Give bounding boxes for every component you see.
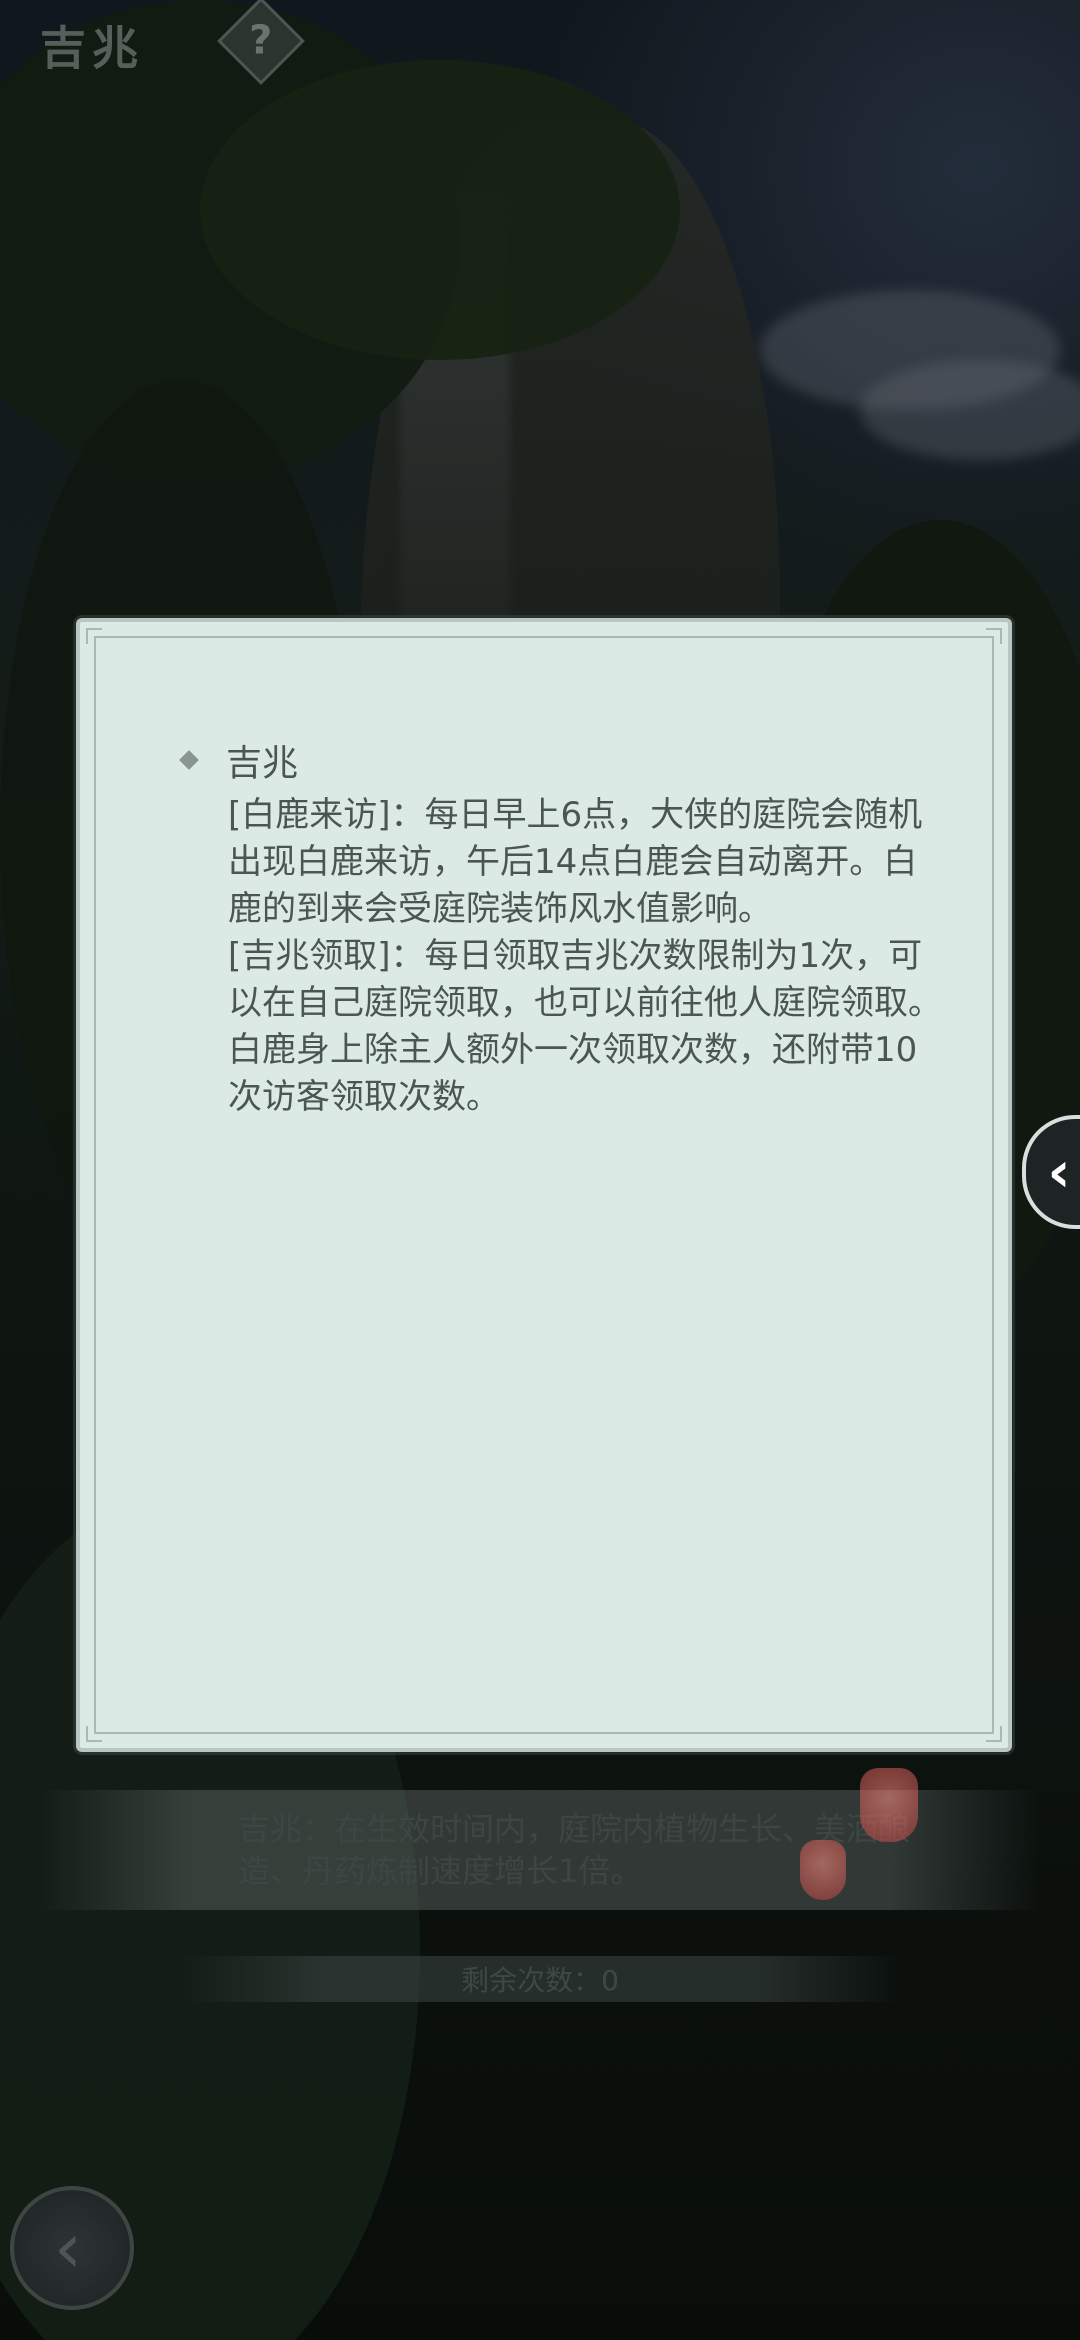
back-arrow-icon: ‹	[54, 2207, 82, 2289]
lantern-icon	[860, 1768, 918, 1842]
frame-corner	[986, 1726, 1002, 1742]
remaining-count-bar: 剩余次数：0	[180, 1956, 900, 2002]
diamond-bullet-icon	[179, 750, 199, 770]
top-title: 吉兆	[40, 10, 144, 80]
help-dialog: 吉兆 [白鹿来访]：每日早上6点，大侠的庭院会随机出现白鹿来访，午后14点白鹿会…	[76, 618, 1012, 1752]
lantern-icon	[800, 1840, 846, 1900]
page-title: 吉兆	[40, 21, 144, 75]
dialog-body: [白鹿来访]：每日早上6点，大侠的庭院会随机出现白鹿来访，午后14点白鹿会自动离…	[228, 792, 948, 1121]
section-heading: 吉兆	[226, 743, 299, 784]
frame-corner	[86, 628, 102, 644]
frame-corner	[86, 1726, 102, 1742]
frame-corner	[986, 628, 1002, 644]
section-heading-row: 吉兆	[179, 734, 299, 786]
back-button[interactable]: ‹	[10, 2186, 134, 2310]
paragraph-auspice-claim: [吉兆领取]：每日领取吉兆次数限制为1次，可以在自己庭院领取，也可以前往他人庭院…	[228, 936, 942, 1117]
remaining-count: 剩余次数：0	[461, 1964, 619, 1997]
chevron-left-icon: ‹	[1047, 1139, 1071, 1205]
question-icon: ?	[249, 17, 273, 64]
paragraph-white-deer-visit: [白鹿来访]：每日早上6点，大侠的庭院会随机出现白鹿来访，午后14点白鹿会自动离…	[228, 795, 923, 929]
